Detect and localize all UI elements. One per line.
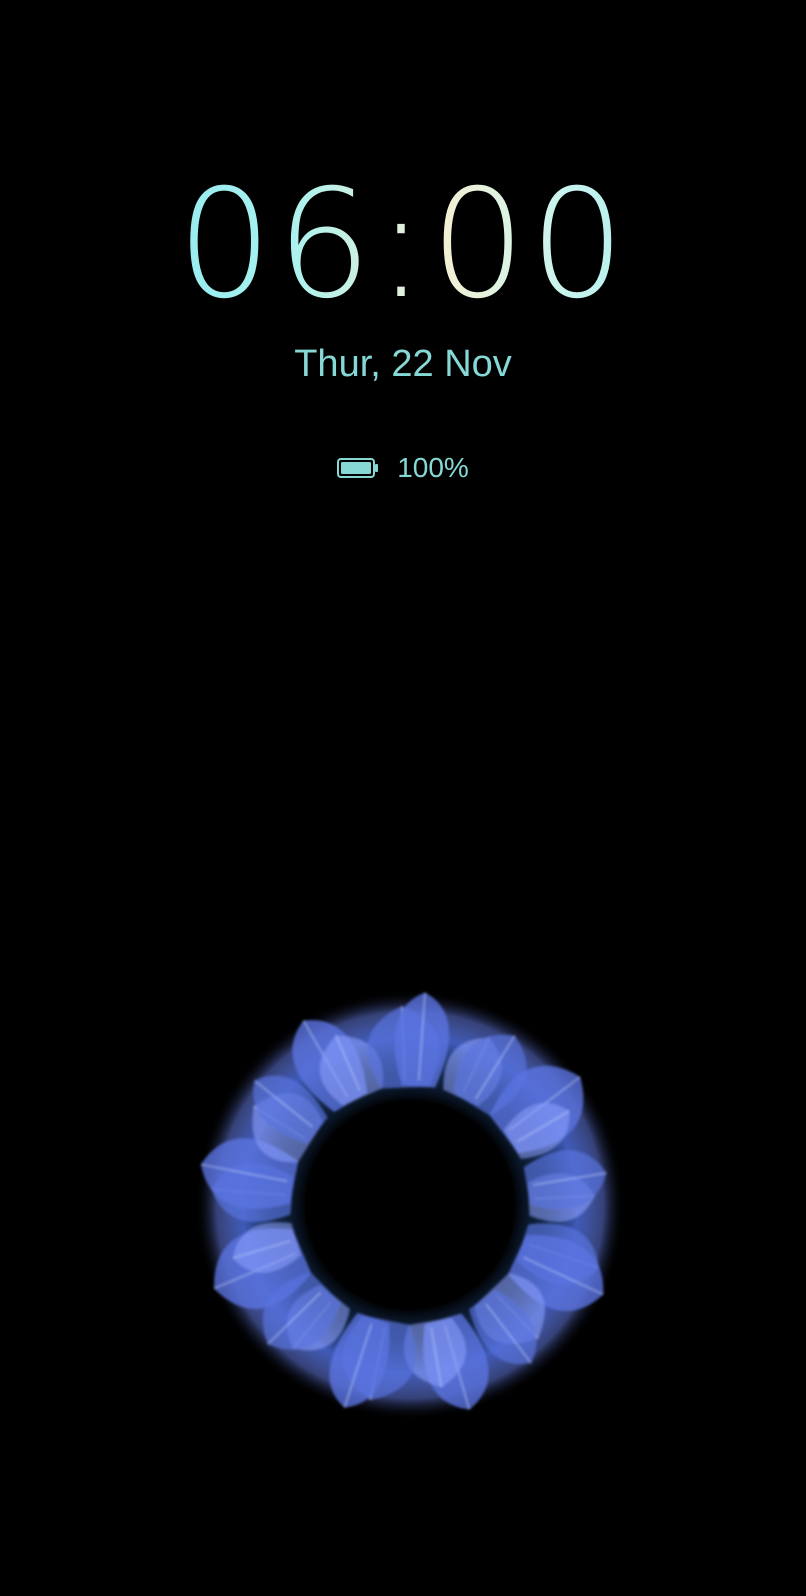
- date-label: Thur, 22 Nov: [294, 343, 512, 385]
- clock-time: 06:00: [0, 165, 806, 325]
- battery-status: 100%: [0, 452, 806, 484]
- battery-percent: 100%: [397, 452, 469, 483]
- battery-full-icon: [337, 458, 379, 478]
- always-on-display: 06:00 Thur, 22 Nov 100%: [0, 0, 806, 1596]
- particle-orb-wallpaper: [180, 975, 640, 1435]
